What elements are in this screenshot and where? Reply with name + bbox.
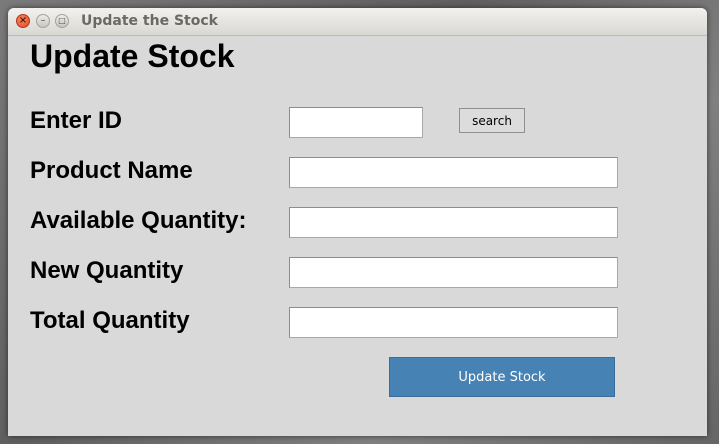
window-title: Update the Stock [81, 13, 218, 29]
new-quantity-input[interactable] [289, 257, 618, 288]
enter-id-input[interactable] [289, 107, 423, 138]
page-title: Update Stock [30, 38, 235, 74]
update-stock-button[interactable]: Update Stock [389, 357, 615, 397]
minimize-icon[interactable]: – [36, 14, 50, 28]
total-quantity-input[interactable] [289, 307, 618, 338]
maximize-icon[interactable]: □ [55, 14, 69, 28]
product-name-input[interactable] [289, 157, 618, 188]
search-button[interactable]: search [459, 108, 525, 133]
close-icon[interactable]: × [16, 14, 30, 28]
enter-id-label: Enter ID [30, 107, 123, 134]
new-quantity-label: New Quantity [30, 257, 184, 284]
total-quantity-label: Total Quantity [30, 307, 190, 334]
available-quantity-input[interactable] [289, 207, 618, 238]
available-quantity-label: Available Quantity: [30, 207, 247, 234]
update-stock-window: × – □ Update the Stock Update Stock Ente… [8, 8, 707, 436]
product-name-label: Product Name [30, 157, 193, 184]
title-bar[interactable]: × – □ Update the Stock [8, 8, 707, 36]
